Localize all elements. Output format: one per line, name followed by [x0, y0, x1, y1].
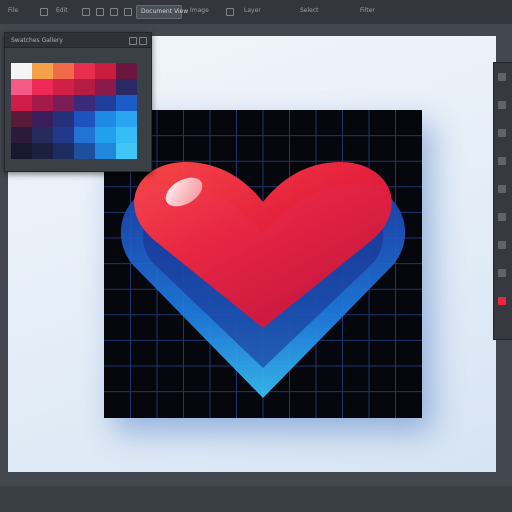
- top-menubar: File Edit Document View Image Layer Sele…: [0, 0, 512, 25]
- color-swatch[interactable]: [53, 95, 74, 111]
- document-view-button[interactable]: Document View: [136, 5, 188, 19]
- menu-item-layer[interactable]: Layer: [244, 7, 261, 14]
- color-swatch[interactable]: [95, 63, 116, 79]
- text-icon[interactable]: [498, 185, 506, 193]
- pin-icon[interactable]: [129, 37, 137, 45]
- color-swatch[interactable]: [53, 111, 74, 127]
- panel-menu-icon[interactable]: [139, 37, 147, 45]
- brush-icon[interactable]: [498, 101, 506, 109]
- color-swatch[interactable]: [11, 143, 32, 159]
- color-swatch[interactable]: [116, 63, 137, 79]
- color-swatch[interactable]: [11, 111, 32, 127]
- color-swatch[interactable]: [11, 127, 32, 143]
- color-swatch[interactable]: [74, 79, 95, 95]
- color-swatch[interactable]: [11, 79, 32, 95]
- color-swatch[interactable]: [74, 63, 95, 79]
- layers-icon[interactable]: [498, 269, 506, 277]
- swatches-panel-header: Swatches Gallery: [5, 33, 151, 48]
- grid-icon[interactable]: [124, 8, 132, 16]
- color-swatch[interactable]: [95, 127, 116, 143]
- eraser-icon[interactable]: [498, 129, 506, 137]
- color-icon[interactable]: [498, 297, 506, 305]
- redo-icon[interactable]: [110, 8, 118, 16]
- undo-icon[interactable]: [96, 8, 104, 16]
- swatch-grid: [11, 63, 137, 191]
- color-swatch[interactable]: [53, 63, 74, 79]
- menu-item-filter[interactable]: Filter: [360, 7, 375, 14]
- move-icon[interactable]: [498, 73, 506, 81]
- bottom-bar: [0, 486, 512, 512]
- right-tool-panel: [493, 62, 512, 340]
- swatches-panel-title: Swatches Gallery: [11, 37, 63, 44]
- color-swatch[interactable]: [11, 63, 32, 79]
- color-swatch[interactable]: [116, 95, 137, 111]
- menu-item-image[interactable]: Image: [190, 7, 209, 14]
- color-swatch[interactable]: [11, 95, 32, 111]
- color-swatch[interactable]: [95, 79, 116, 95]
- color-swatch[interactable]: [32, 127, 53, 143]
- swatches-panel: Swatches Gallery: [4, 32, 152, 172]
- zoom-icon[interactable]: [498, 241, 506, 249]
- folder-icon[interactable]: [40, 8, 48, 16]
- color-swatch[interactable]: [116, 127, 137, 143]
- document-view-label: Document View: [141, 8, 189, 15]
- color-swatch[interactable]: [32, 79, 53, 95]
- color-swatch[interactable]: [53, 127, 74, 143]
- color-swatch[interactable]: [32, 95, 53, 111]
- color-swatch[interactable]: [116, 111, 137, 127]
- color-swatch[interactable]: [74, 143, 95, 159]
- color-swatch[interactable]: [74, 95, 95, 111]
- tool-icon[interactable]: [226, 8, 234, 16]
- color-swatch[interactable]: [95, 111, 116, 127]
- color-swatch[interactable]: [116, 79, 137, 95]
- menu-item-file[interactable]: File: [8, 7, 18, 14]
- color-swatch[interactable]: [32, 143, 53, 159]
- menu-item-select[interactable]: Select: [300, 7, 319, 14]
- color-swatch[interactable]: [32, 111, 53, 127]
- color-swatch[interactable]: [53, 143, 74, 159]
- color-swatch[interactable]: [95, 143, 116, 159]
- menu-item-edit[interactable]: Edit: [56, 7, 68, 14]
- color-swatch[interactable]: [32, 63, 53, 79]
- pen-icon[interactable]: [498, 157, 506, 165]
- color-swatch[interactable]: [116, 143, 137, 159]
- color-swatch[interactable]: [53, 79, 74, 95]
- color-swatch[interactable]: [95, 95, 116, 111]
- color-swatch[interactable]: [74, 127, 95, 143]
- save-icon[interactable]: [82, 8, 90, 16]
- color-swatch[interactable]: [74, 111, 95, 127]
- shape-icon[interactable]: [498, 213, 506, 221]
